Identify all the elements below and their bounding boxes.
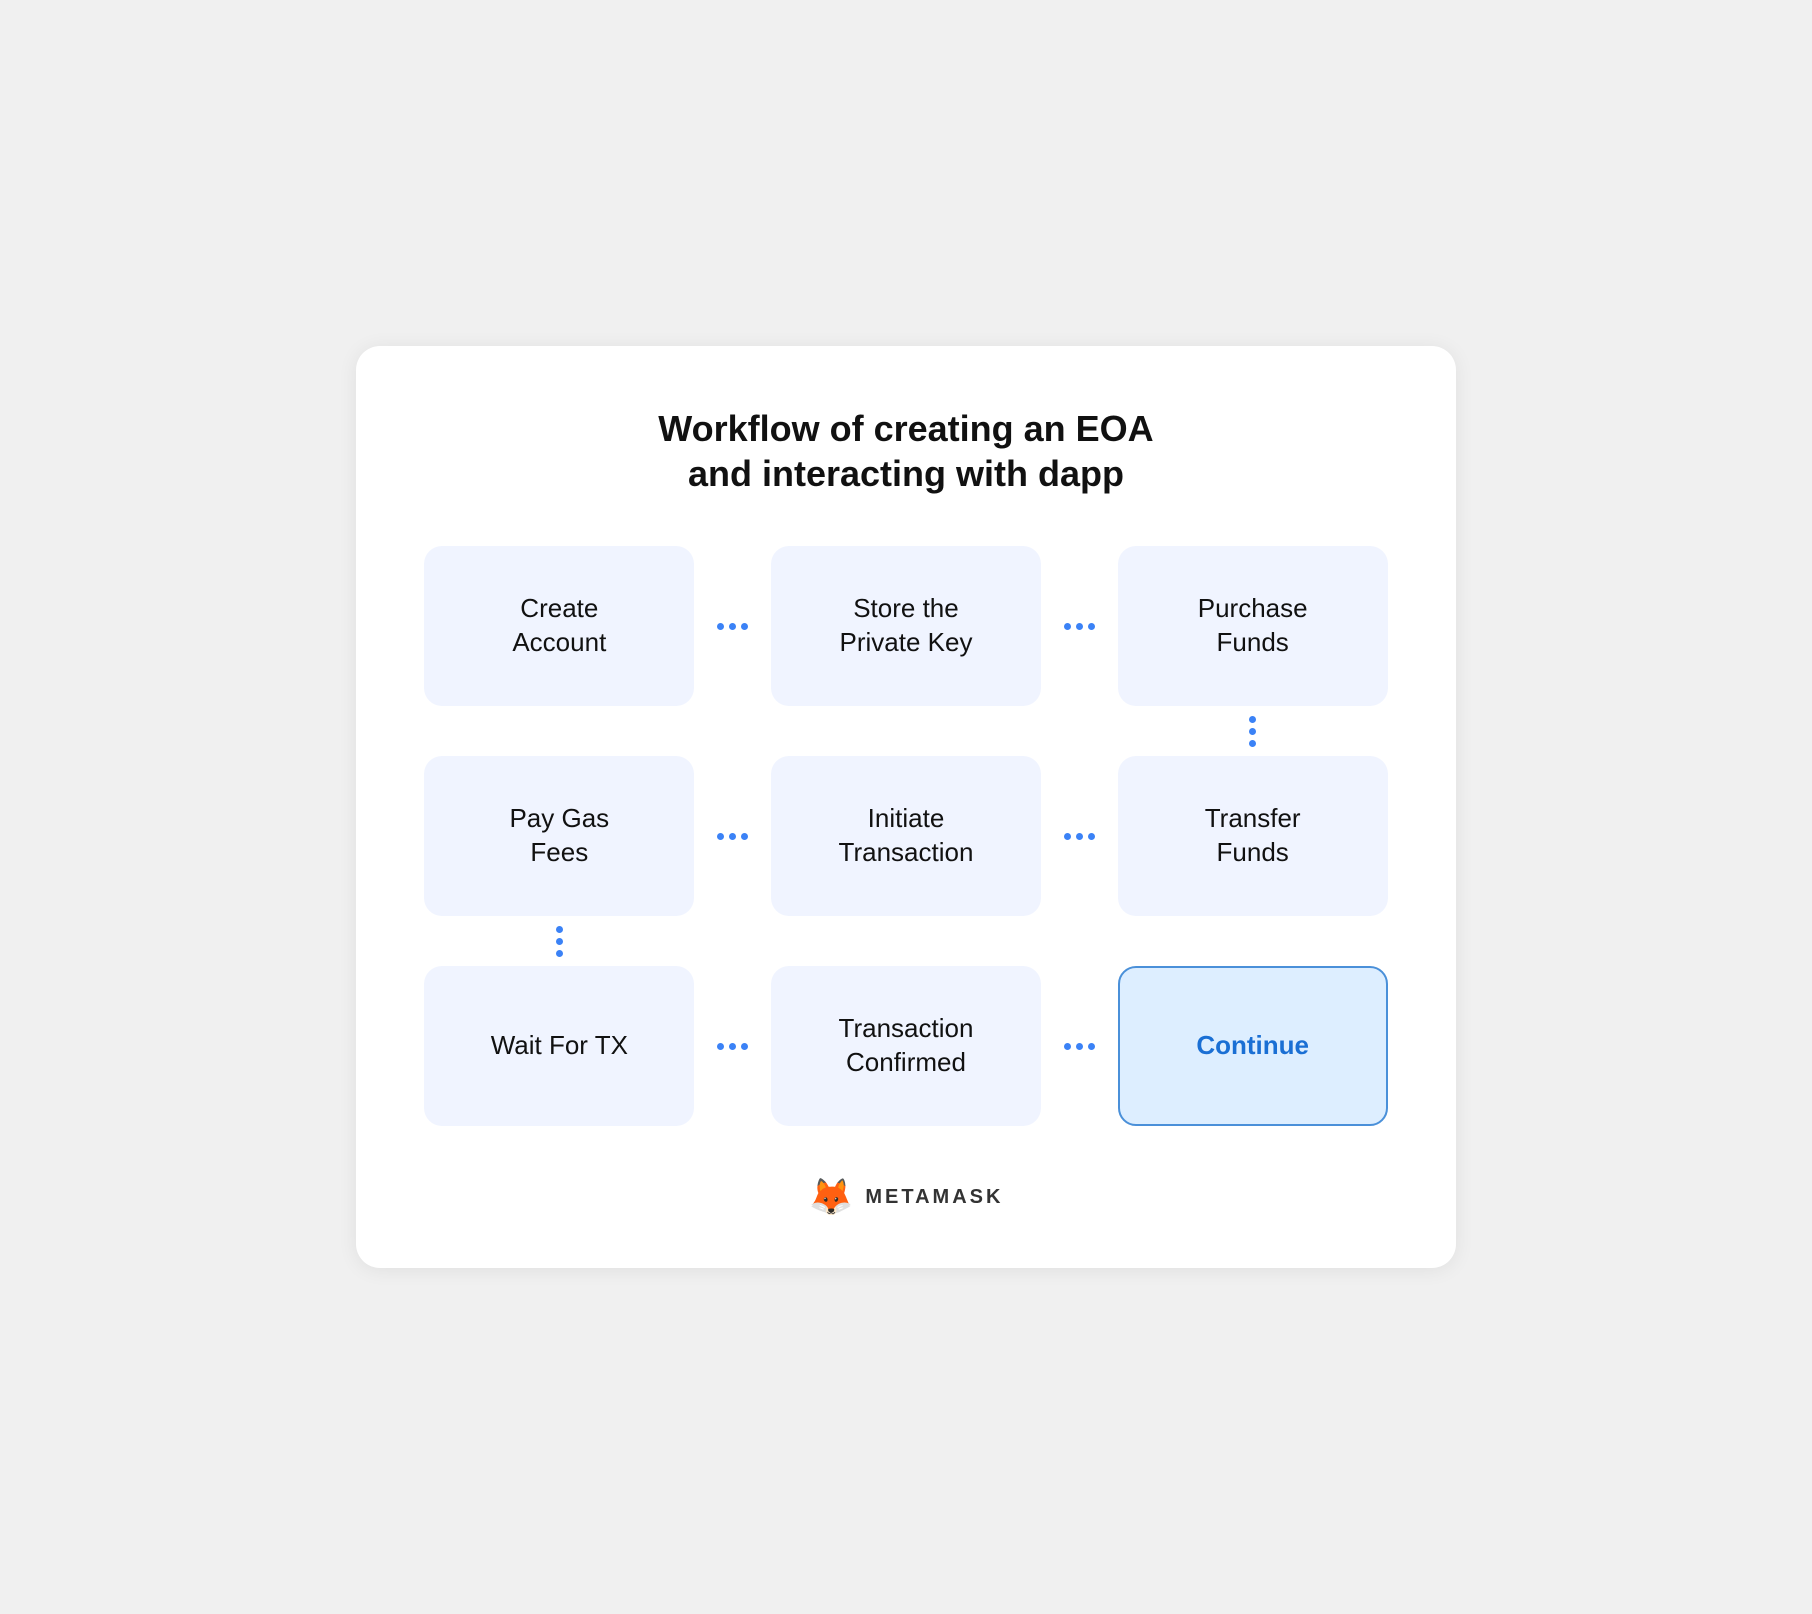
page-title: Workflow of creating an EOA and interact…	[416, 406, 1396, 496]
dots-v-r2c1	[556, 926, 563, 957]
step-pay-gas-fees-label: Pay Gas Fees	[509, 802, 609, 870]
step-store-private-key-label: Store the Private Key	[840, 592, 973, 660]
metamask-icon: 🦊	[809, 1176, 854, 1218]
step-continue-label: Continue	[1196, 1029, 1309, 1063]
step-transaction-confirmed: Transaction Confirmed	[771, 966, 1041, 1126]
workflow-grid: Create Account Store the Private Key Pur…	[416, 546, 1396, 1126]
step-initiate-transaction: Initiate Transaction	[771, 756, 1041, 916]
step-purchase-funds: Purchase Funds	[1118, 546, 1388, 706]
step-purchase-funds-label: Purchase Funds	[1198, 592, 1308, 660]
arrow-h-r3-2-3	[1049, 1043, 1109, 1050]
step-continue[interactable]: Continue	[1118, 966, 1388, 1126]
dots-v-r1c3	[1249, 716, 1256, 747]
step-transaction-confirmed-label: Transaction Confirmed	[839, 1012, 974, 1080]
main-card: Workflow of creating an EOA and interact…	[356, 346, 1456, 1268]
dots-h-1-2	[717, 623, 748, 630]
footer: 🦊 METAMASK	[416, 1176, 1396, 1218]
arrow-h-2-3	[1049, 623, 1109, 630]
arrow-h-r2-2-3	[1049, 833, 1109, 840]
step-initiate-transaction-label: Initiate Transaction	[839, 802, 974, 870]
step-wait-for-tx: Wait For TX	[424, 966, 694, 1126]
arrow-h-r2-1-2	[703, 833, 763, 840]
metamask-brand: METAMASK	[865, 1186, 1003, 1209]
step-create-account-label: Create Account	[512, 592, 606, 660]
dots-h-r2-2-3	[1064, 833, 1095, 840]
step-transfer-funds-label: Transfer Funds	[1205, 802, 1301, 870]
arrow-h-r3-1-2	[703, 1043, 763, 1050]
step-create-account: Create Account	[424, 546, 694, 706]
dots-h-2-3	[1064, 623, 1095, 630]
dots-h-r3-2-3	[1064, 1043, 1095, 1050]
step-wait-for-tx-label: Wait For TX	[491, 1029, 628, 1063]
step-pay-gas-fees: Pay Gas Fees	[424, 756, 694, 916]
arrow-v-r2c1-r3c1	[556, 916, 563, 966]
arrow-h-1-2	[703, 623, 763, 630]
dots-h-r2-1-2	[717, 833, 748, 840]
step-store-private-key: Store the Private Key	[771, 546, 1041, 706]
arrow-v-r1c3-r2c3	[1249, 706, 1256, 756]
dots-h-r3-1-2	[717, 1043, 748, 1050]
step-transfer-funds: Transfer Funds	[1118, 756, 1388, 916]
